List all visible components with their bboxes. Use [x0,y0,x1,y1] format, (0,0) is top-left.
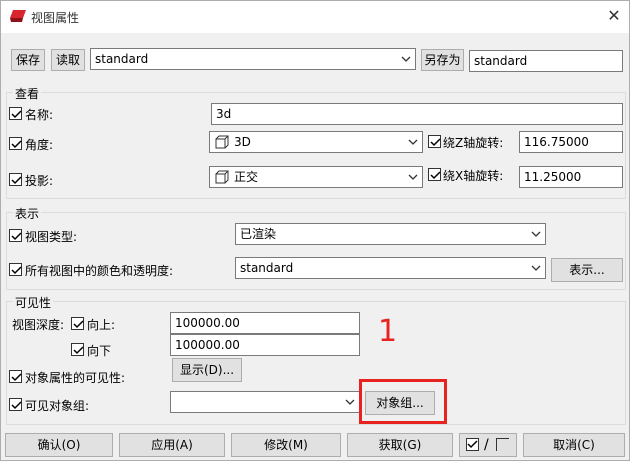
view-type-checkbox[interactable] [9,229,22,242]
name-checkbox[interactable] [9,107,22,120]
rot-x-checkbox[interactable] [428,168,441,181]
check-icon [11,110,22,119]
annotation-highlight-box [359,379,447,424]
color-checkbox[interactable] [9,263,22,276]
ok-button[interactable]: 确认(O) [5,433,113,457]
chevron-down-icon [345,399,355,405]
view-section-title: 查看 [13,85,42,102]
toggle-slash: / [484,437,489,453]
angle-label: 角度: [25,138,54,152]
window-title: 视图属性 [31,11,80,25]
view-properties-dialog: 视图属性 ✕ 保存 读取 standard 另存为 standard 查看 名称… [0,0,630,461]
down-input[interactable]: 100000.00 [170,334,360,356]
obj-group-label: 可见对象组: [25,399,90,413]
rot-z-input[interactable]: 116.75000 [519,131,623,153]
check-icon [11,232,22,241]
apply-button[interactable]: 应用(A) [119,433,225,457]
up-input[interactable]: 100000.00 [170,312,360,334]
app-icon [10,10,26,22]
save-as-name-input[interactable]: standard [469,50,623,72]
color-select[interactable]: standard [235,257,546,279]
rot-x-input[interactable]: 11.25000 [519,166,623,188]
preset-value: standard [95,52,149,66]
save-as-button[interactable]: 另存为 [421,49,464,71]
angle-select[interactable]: 3D [209,131,423,153]
angle-checkbox[interactable] [9,137,22,150]
chevron-down-icon [408,174,418,180]
display-section-title: 表示 [13,205,42,222]
preset-select[interactable]: standard [90,48,416,70]
check-icon [11,373,22,382]
annotation-number: 1 [378,314,398,349]
chevron-down-icon [531,265,541,271]
check-icon [11,140,22,149]
chevron-down-icon [531,231,541,237]
show-button[interactable]: 表示... [551,258,623,282]
title-bar: 视图属性 ✕ [1,1,629,33]
view-type-value: 已渲染 [240,227,277,241]
rot-z-checkbox[interactable] [428,135,441,148]
obj-attr-label: 对象属性的可见性: [25,371,126,385]
projection-checkbox[interactable] [9,173,22,186]
obj-group-select[interactable] [170,391,360,413]
cube-icon [215,170,229,184]
view-type-select[interactable]: 已渲染 [235,223,546,245]
color-value: standard [240,261,294,275]
save-button[interactable]: 保存 [11,49,45,71]
check-icon [11,401,22,410]
read-button[interactable]: 读取 [51,49,85,71]
view-type-label: 视图类型: [25,230,78,244]
chevron-down-icon [401,56,411,62]
visibility-section-title: 可见性 [13,294,54,311]
projection-value: 正交 [234,170,259,184]
check-icon [430,138,441,147]
unchecked-box-icon [496,438,509,451]
check-icon [467,440,478,449]
check-icon [11,176,22,185]
toggle-check-button[interactable]: / [459,433,517,457]
name-input[interactable]: 3d [211,103,623,125]
obj-attr-checkbox[interactable] [9,370,22,383]
up-label: 向上: [87,318,116,332]
check-icon [73,320,84,329]
cube-icon [215,135,229,149]
color-label: 所有视图中的颜色和透明度: [25,264,174,278]
angle-value: 3D [234,135,251,149]
check-icon [11,266,22,275]
up-checkbox[interactable] [71,317,84,330]
projection-select[interactable]: 正交 [209,166,423,188]
get-button[interactable]: 获取(G) [347,433,453,457]
chevron-down-icon [408,139,418,145]
modify-button[interactable]: 修改(M) [231,433,341,457]
rot-x-label: 绕X轴旋转: [443,169,504,183]
close-icon[interactable]: ✕ [605,7,623,25]
projection-label: 投影: [25,174,54,188]
check-icon [73,346,84,355]
obj-group-checkbox[interactable] [9,398,22,411]
checked-box-icon [466,438,479,451]
display-button[interactable]: 显示(D)... [172,358,242,382]
cancel-button[interactable]: 取消(C) [523,433,625,457]
name-label: 名称: [25,108,54,122]
check-icon [430,171,441,180]
down-label: 向下 [87,344,112,358]
down-checkbox[interactable] [71,343,84,356]
depth-label: 视图深度: [12,318,65,332]
rot-z-label: 绕Z轴旋转: [443,136,504,150]
